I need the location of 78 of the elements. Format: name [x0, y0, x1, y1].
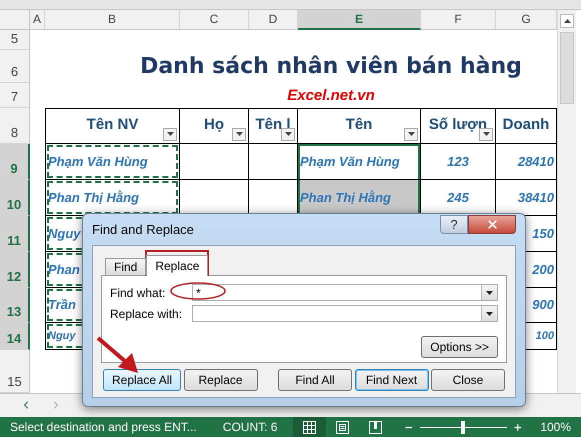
dialog-button[interactable]: Close: [430, 369, 505, 391]
row-header[interactable]: 14: [0, 322, 30, 350]
row-header[interactable]: 5: [0, 30, 30, 50]
filter-dropdown[interactable]: [404, 128, 418, 141]
scroll-up-button[interactable]: [560, 14, 574, 28]
dropdown-button[interactable]: [481, 306, 497, 321]
vertical-scrollbar[interactable]: [557, 10, 576, 393]
grid-icon: [303, 420, 316, 434]
row-header[interactable]: 10: [0, 180, 30, 216]
table-cell: Phạm Văn Hùng: [298, 144, 421, 180]
row-header[interactable]: 13: [0, 288, 30, 323]
caret-down-icon: [486, 290, 493, 294]
column-header[interactable]: G: [496, 10, 557, 30]
table-cell: Phạm Văn Hùng: [45, 144, 180, 180]
table-cell: 123: [421, 144, 496, 180]
column-header[interactable]: E: [298, 10, 421, 30]
column-heading: Tên NV: [45, 108, 180, 144]
caret-down-icon: [284, 132, 292, 136]
sheet-title: Danh sách nhân viên bán hàng: [139, 52, 523, 81]
column-heading: Số lượn: [421, 108, 496, 144]
column-heading: Tên: [298, 108, 421, 144]
annotation-arrow: [96, 336, 140, 374]
caret-down-icon: [166, 132, 174, 136]
sheet-subtitle: Excel.net.vn: [286, 86, 376, 106]
row-header[interactable]: 12: [0, 252, 30, 288]
caret-down-icon: [482, 132, 490, 136]
column-header[interactable]: A: [30, 10, 45, 30]
filter-dropdown[interactable]: [281, 128, 295, 141]
caret-down-icon: [408, 132, 414, 136]
caret-up-icon: [564, 18, 570, 23]
row-header[interactable]: 6: [0, 50, 30, 83]
zoom-level: 100%: [540, 420, 572, 434]
field-label: Find what:: [110, 286, 166, 300]
table-cell: 245: [421, 180, 496, 216]
page-icon: [336, 420, 350, 434]
input-field[interactable]: [192, 305, 498, 322]
highlight-ellipse: [170, 282, 226, 300]
close-button[interactable]: [468, 215, 516, 234]
close-icon: [486, 218, 498, 231]
dialog-tab[interactable]: Find: [105, 258, 146, 275]
page-break-icon: [369, 420, 382, 434]
dialog-button[interactable]: Replace: [184, 369, 258, 391]
column-heading: Họ: [180, 108, 249, 144]
row-header[interactable]: 11: [0, 216, 30, 252]
caret-down-icon: [236, 132, 242, 136]
filter-dropdown[interactable]: [163, 128, 177, 141]
scroll-thumb[interactable]: [560, 32, 574, 104]
status-count: COUNT: 6: [222, 420, 278, 434]
caret-down-icon: [486, 312, 493, 316]
row-header[interactable]: 8: [0, 108, 30, 144]
row-header[interactable]: 7: [0, 82, 30, 108]
table-cell: [249, 180, 298, 216]
row-header[interactable]: 9: [0, 144, 30, 180]
table-cell: [249, 144, 298, 180]
column-header[interactable]: F: [421, 10, 496, 30]
table-cell: 28410: [496, 144, 557, 180]
filter-dropdown[interactable]: [232, 128, 246, 141]
status-message: Select destination and press ENT...: [10, 420, 197, 434]
dialog-button[interactable]: Replace All: [103, 369, 182, 391]
row-header[interactable]: 15: [0, 350, 30, 393]
table-cell: Phan Thị Hằng: [45, 180, 180, 216]
column-header[interactable]: C: [180, 10, 249, 30]
column-header[interactable]: D: [249, 10, 298, 30]
help-button[interactable]: ?: [440, 215, 468, 234]
table-cell: [180, 180, 249, 216]
options-button[interactable]: Options >>: [421, 336, 498, 358]
dialog-button[interactable]: Find Next: [354, 369, 428, 391]
zoom-in-icon[interactable]: [512, 422, 522, 432]
dropdown-button[interactable]: [481, 285, 497, 300]
table-cell: [180, 144, 249, 180]
input-field[interactable]: *: [192, 284, 498, 301]
highlight-rectangle: [145, 250, 209, 276]
dialog-tab[interactable]: Replace: [146, 255, 208, 276]
table-cell: 38410: [496, 180, 557, 216]
dialog-button[interactable]: Find All: [278, 369, 352, 391]
column-header[interactable]: B: [45, 10, 180, 30]
table-cell: Phan Thị Hằng: [298, 180, 421, 216]
view-button[interactable]: [293, 417, 326, 437]
